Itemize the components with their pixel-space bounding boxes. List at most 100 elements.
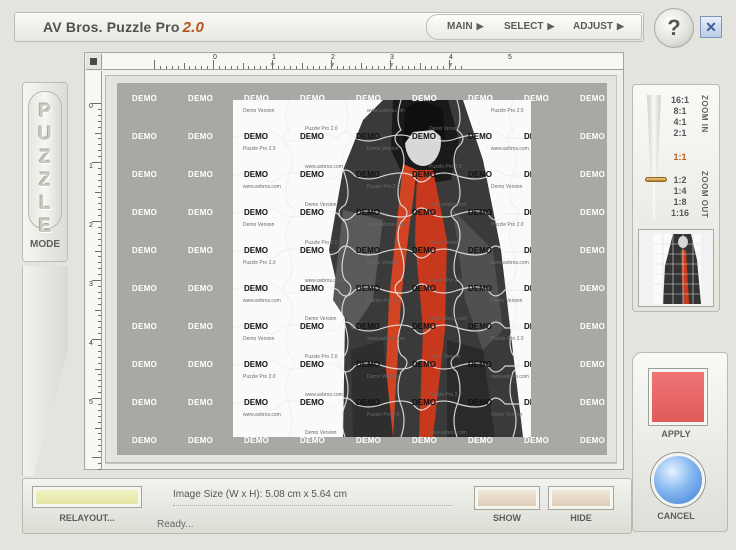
ruler-tick	[98, 150, 101, 152]
ruler-tick	[98, 144, 101, 146]
zoom-level-1-8[interactable]: 1:8	[667, 197, 693, 207]
zoom-level-1-16[interactable]: 1:16	[667, 208, 693, 218]
vertical-scrollbar[interactable]	[616, 75, 622, 463]
hide-button[interactable]	[549, 487, 613, 509]
ruler-tick	[384, 66, 386, 69]
demo-watermark: DEMO	[188, 132, 214, 141]
menu-select[interactable]: SELECT ▶	[504, 21, 554, 32]
demo-watermark: DEMO	[188, 246, 214, 255]
ruler-tick	[195, 66, 197, 69]
demo-watermark: DEMO	[524, 436, 550, 445]
zoom-level-8-1[interactable]: 8:1	[667, 106, 693, 116]
close-button[interactable]: ✕	[700, 16, 722, 38]
ruler-number: 3	[89, 281, 93, 288]
demo-watermark: DEMO	[580, 132, 606, 141]
menu-adjust[interactable]: ADJUST ▶	[573, 21, 624, 32]
ruler-tick	[260, 66, 262, 69]
ruler-tick	[98, 209, 101, 211]
puzzle-image[interactable]: DEMODEMODEMODEMODEMODEMODEMODEMODEMODEMO…	[233, 100, 531, 437]
menu-select-label: SELECT	[504, 21, 544, 32]
ruler-tick	[266, 66, 268, 69]
puzzle-mode-button[interactable]: P U Z Z L E	[28, 91, 62, 237]
ruler-tick	[313, 66, 315, 69]
ruler-tick	[98, 333, 101, 335]
mode-letter: E	[38, 216, 52, 237]
zoom-slider-thumb[interactable]	[645, 177, 667, 182]
demo-watermark: DEMO	[188, 170, 214, 179]
mode-letter: Z	[39, 170, 51, 191]
ruler-tick	[92, 398, 101, 399]
help-button[interactable]: ?	[654, 8, 694, 48]
ruler-tick	[98, 185, 101, 187]
horizontal-scrollbar[interactable]	[105, 463, 617, 469]
ruler-tick	[98, 356, 101, 358]
mode-letter: P	[38, 101, 52, 122]
ruler-tick	[95, 427, 101, 429]
mode-letter: L	[39, 193, 51, 214]
demo-watermark: DEMO	[132, 132, 158, 141]
ruler-tick	[98, 156, 101, 158]
ruler-tick	[98, 226, 101, 228]
ruler-tick	[92, 221, 101, 222]
mode-label: MODE	[30, 239, 60, 250]
demo-watermark: DEMO	[580, 208, 606, 217]
vertical-ruler[interactable]: 0 1 2 3 4 5	[86, 71, 102, 470]
navigator-thumbnail[interactable]	[638, 229, 714, 307]
menu-main[interactable]: MAIN ▶	[447, 21, 483, 32]
ruler-tick	[443, 66, 445, 69]
ruler-tick	[95, 368, 101, 370]
ruler-tick	[449, 60, 450, 69]
demo-watermark: DEMO	[188, 208, 214, 217]
zoom-level-16-1[interactable]: 16:1	[667, 95, 693, 105]
cancel-button[interactable]	[651, 453, 705, 507]
ruler-tick	[272, 60, 273, 69]
zoom-out-label: ZOOM OUT	[700, 171, 709, 219]
ruler-tick	[95, 191, 101, 193]
relayout-button[interactable]	[33, 487, 141, 507]
zoom-level-1-1[interactable]: 1:1	[667, 152, 693, 162]
ruler-tick	[98, 274, 101, 276]
hide-label: HIDE	[570, 513, 592, 523]
puzzle-canvas[interactable]: DEMO DEMO DEMO DEMO DEMO DEMO DEMO DEMO DEMO DEMO…	[117, 83, 607, 455]
demo-watermark: DEMO	[580, 246, 606, 255]
zoom-level-2-1[interactable]: 2:1	[667, 128, 693, 138]
zoom-level-1-4[interactable]: 1:4	[667, 186, 693, 196]
apply-button[interactable]	[649, 369, 707, 425]
zoom-level-1-2[interactable]: 1:2	[667, 175, 693, 185]
demo-watermark: DEMO	[132, 322, 158, 331]
zoom-level-4-1[interactable]: 4:1	[667, 117, 693, 127]
ruler-tick	[98, 445, 101, 447]
ruler-corner[interactable]	[86, 54, 102, 70]
info-divider	[173, 505, 453, 506]
ruler-tick	[218, 66, 220, 69]
zoom-slider-track[interactable]	[647, 95, 661, 219]
ruler-tick	[98, 421, 101, 423]
ruler-tick	[201, 66, 203, 69]
ruler-tick	[224, 66, 226, 69]
horizontal-ruler[interactable]: 0 1 2 3 4 5 ▼ ▼ ▼ ▼	[103, 54, 623, 70]
demo-watermark: DEMO	[132, 170, 158, 179]
demo-watermark: DEMO	[188, 360, 214, 369]
left-decor-rail	[22, 266, 68, 476]
canvas-frame: DEMO DEMO DEMO DEMO DEMO DEMO DEMO DEMO DEMO DEMO…	[105, 75, 617, 463]
zoom-in-label: ZOOM IN	[700, 95, 709, 133]
ruler-tick	[98, 392, 101, 394]
ruler-tick	[242, 63, 244, 69]
ruler-number: 2	[89, 222, 93, 229]
ruler-tick	[98, 415, 101, 417]
ruler-tick	[277, 66, 279, 69]
mode-panel: P U Z Z L E MODE	[22, 82, 68, 262]
ruler-tick	[254, 66, 256, 69]
ruler-tick	[289, 66, 291, 69]
show-button[interactable]	[475, 487, 539, 509]
ruler-tick	[154, 60, 155, 69]
ruler-tick	[95, 250, 101, 252]
cancel-label: CANCEL	[657, 511, 695, 521]
thumbnail-graphic	[639, 230, 713, 306]
status-text: Ready...	[157, 519, 194, 530]
ruler-tick	[307, 66, 309, 69]
ruler-tick	[331, 60, 332, 69]
demo-watermark: DEMO	[188, 436, 214, 445]
ruler-tick	[236, 66, 238, 69]
app-title: AV Bros. Puzzle Pro 2.0	[43, 19, 204, 36]
